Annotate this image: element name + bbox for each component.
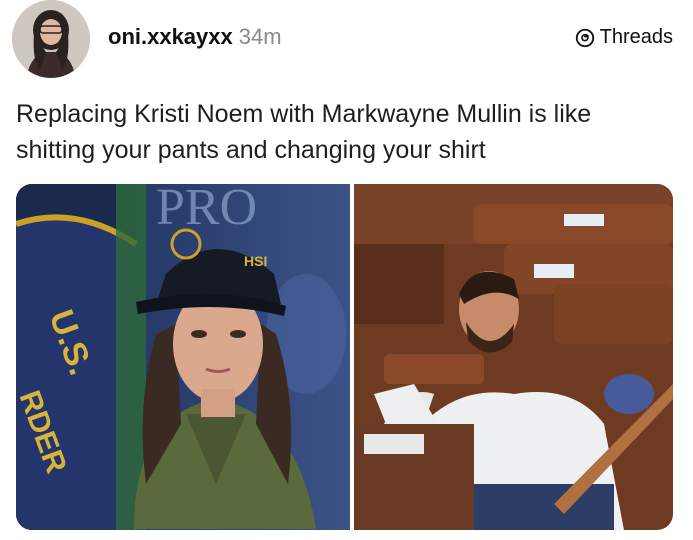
threads-label: Threads xyxy=(599,26,673,48)
post-text: Replacing Kristi Noem with Markwayne Mul… xyxy=(16,100,592,164)
post-header: oni.xxkayxx 34m Threads xyxy=(0,0,693,80)
avatar[interactable] xyxy=(12,0,90,78)
username[interactable]: oni.xxkayxx xyxy=(108,24,233,49)
post-author[interactable]: oni.xxkayxx 34m xyxy=(108,24,282,50)
threads-badge[interactable]: Threads xyxy=(574,26,673,49)
post-media[interactable]: U.S. RDER PRO HSI xyxy=(16,184,673,530)
sign-text: PRO xyxy=(156,184,257,236)
photo-markwayne-mullin[interactable] xyxy=(354,184,673,530)
photo-kristi-noem[interactable]: U.S. RDER PRO HSI xyxy=(16,184,350,530)
threads-logo-icon xyxy=(575,28,594,47)
cap-text: HSI xyxy=(244,253,267,269)
post-time: 34m xyxy=(238,24,282,49)
